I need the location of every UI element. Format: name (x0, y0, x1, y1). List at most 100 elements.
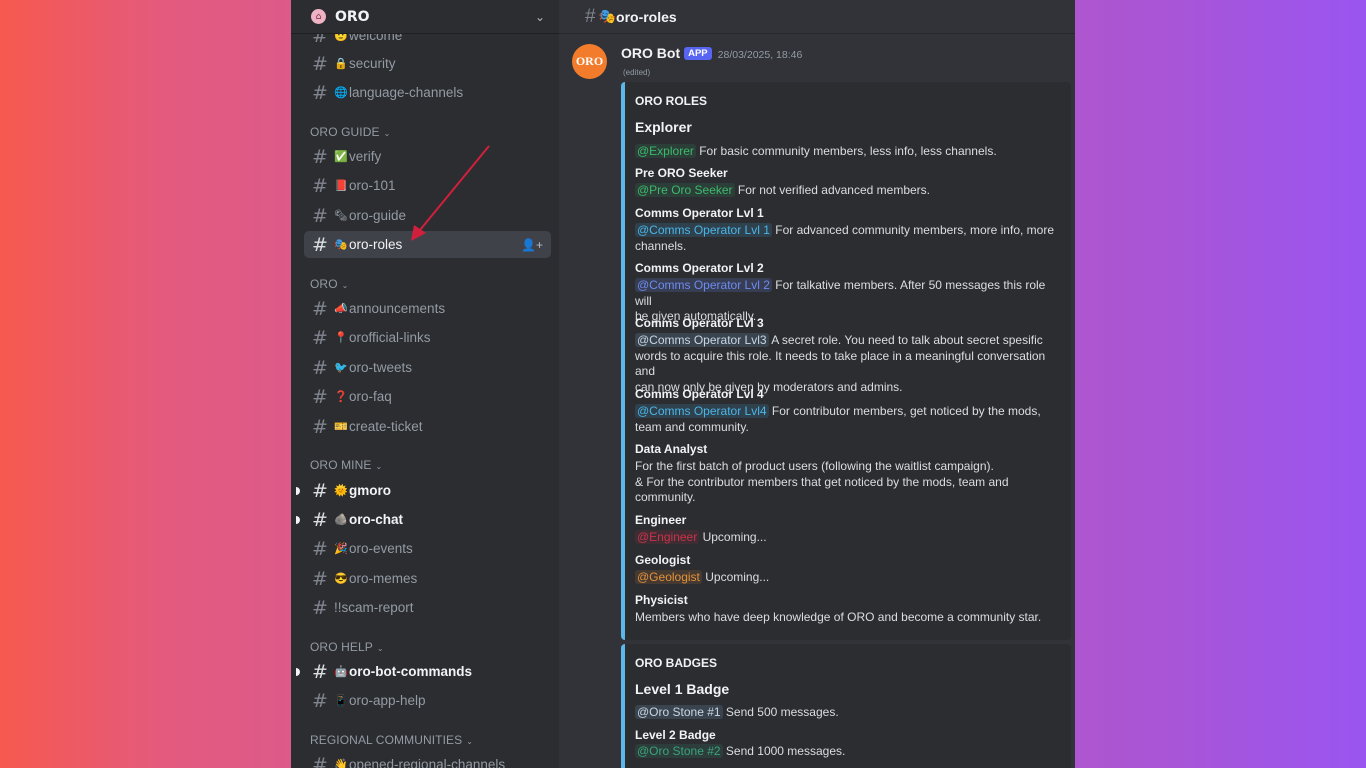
home-icon: ⌂ (311, 9, 326, 24)
channel-oro-memes[interactable]: # 😎 oro-memes (304, 565, 551, 592)
role-mention[interactable]: @Geologist (635, 570, 702, 584)
hash-icon: # (312, 596, 328, 619)
edited-label: (edited) (623, 68, 651, 77)
add-member-icon[interactable]: 👤+ (521, 238, 543, 252)
channel-label: security (349, 56, 396, 71)
role-line: @Comms Operator Lvl3 A secret role. You … (635, 333, 1060, 395)
channel-oro-faq[interactable]: # ❓ oro-faq (304, 383, 551, 410)
channel-label: oro-chat (349, 512, 403, 527)
role-mention[interactable]: @Comms Operator Lvl4 (635, 404, 769, 418)
channel-oro-app-help[interactable]: # 📱 oro-app-help (304, 687, 551, 714)
channel-scam-report[interactable]: # !!scam-report (304, 594, 551, 621)
role-mention[interactable]: @Oro Stone #2 (635, 744, 723, 758)
channel-verify[interactable]: # ✅ verify (304, 143, 551, 170)
role-mention[interactable]: @Comms Operator Lvl 2 (635, 278, 772, 292)
channel-oro-101[interactable]: # 📕 oro-101 (304, 172, 551, 199)
hash-icon: # (585, 5, 596, 27)
category-regional-communities[interactable]: REGIONAL COMMUNITIES ⌄ (310, 733, 473, 747)
role-desc: Members who have deep knowledge of ORO a… (635, 610, 1042, 624)
channel-orofficial-links[interactable]: # 📍 orofficial-links (304, 324, 551, 351)
unread-indicator (296, 667, 300, 676)
channel-header-title: oro-roles (616, 8, 677, 25)
channel-create-ticket[interactable]: # 🎫 create-ticket (304, 413, 551, 440)
channel-security[interactable]: # 🔒 security (304, 50, 551, 77)
channel-emoji: 📱 (334, 695, 348, 707)
channel-emoji: ✅ (334, 151, 348, 163)
role-desc: & For the contributor members that get n… (635, 474, 1009, 489)
category-label: REGIONAL COMMUNITIES (310, 733, 463, 747)
role-heading: Comms Operator Lvl 4 (635, 387, 764, 401)
hash-icon: # (312, 297, 328, 320)
channel-oro-tweets[interactable]: # 🐦 oro-tweets (304, 354, 551, 381)
role-mention[interactable]: @Explorer (635, 144, 696, 158)
channel-emoji: 🔒 (334, 58, 348, 70)
chevron-down-icon: ⌄ (341, 281, 349, 290)
role-heading: Physicist (635, 593, 688, 607)
channel-announcements[interactable]: # 📣 announcements (304, 295, 551, 322)
badges-embed: ORO BADGES Level 1 Badge @Oro Stone #1 S… (621, 644, 1071, 768)
badge-heading: Level 1 Badge (635, 681, 730, 697)
hash-icon: # (312, 52, 328, 75)
channel-oro-guide[interactable]: # 🗞 oro-guide (304, 202, 551, 229)
unread-indicator (296, 515, 300, 524)
channel-oro-chat[interactable]: # 🪨 oro-chat (296, 506, 551, 533)
channel-label: language-channels (349, 85, 464, 100)
author-name[interactable]: ORO Bot (621, 45, 680, 61)
role-mention[interactable]: @Oro Stone #1 (635, 705, 723, 719)
hash-icon: # (312, 204, 328, 227)
badge-heading: Level 2 Badge (635, 728, 716, 742)
channel-emoji: 🐦 (334, 362, 348, 374)
role-mention[interactable]: @Comms Operator Lvl 1 (635, 223, 772, 237)
role-desc: For basic community members, less info, … (699, 144, 997, 158)
role-mention[interactable]: @Engineer (635, 530, 700, 544)
category-oro-mine[interactable]: ORO MINE ⌄ (310, 458, 382, 472)
discord-window: # 🫡 welcome # 🔒 security # 🌐 language-channels… (291, 0, 1075, 768)
hash-icon: # (312, 660, 328, 683)
channel-label: announcements (349, 301, 446, 316)
channel-emoji: 🌐 (334, 87, 348, 99)
channel-oro-events[interactable]: # 🎉 oro-events (304, 535, 551, 562)
category-label: ORO (310, 277, 338, 291)
role-desc: Upcoming... (702, 530, 767, 544)
hash-icon: # (312, 356, 328, 379)
role-mention[interactable]: @Comms Operator Lvl3 (635, 333, 769, 347)
role-heading: Explorer (635, 119, 692, 135)
role-heading: Geologist (635, 553, 691, 567)
channel-header: # 🎭 oro-roles (559, 0, 1075, 34)
category-oro[interactable]: ORO ⌄ (310, 277, 348, 291)
badge-desc: Send 500 messages. (725, 705, 839, 719)
category-oro-help[interactable]: ORO HELP ⌄ (310, 640, 384, 654)
channel-language-channels[interactable]: # 🌐 language-channels (304, 79, 551, 106)
chevron-down-icon: ⌄ (466, 737, 474, 746)
role-desc: words to acquire this role. It needs to … (635, 348, 1046, 379)
app-badge: APP (684, 47, 712, 60)
role-desc: For contributor members, get noticed by … (771, 404, 1041, 418)
badge-line: @Oro Stone #1 Send 500 messages. (635, 705, 1060, 721)
channel-opened-regional-channels[interactable]: # 👋 opened-regional-channels (304, 751, 551, 768)
channel-emoji: 📕 (334, 180, 348, 192)
channel-oro-bot-commands[interactable]: # 🤖 oro-bot-commands (296, 658, 551, 685)
channel-gmoro[interactable]: # 🌞 gmoro (296, 477, 551, 504)
channel-label: verify (349, 149, 382, 164)
embed-title: ORO ROLES (635, 94, 708, 108)
channel-oro-roles[interactable]: # 🎭 oro-roles 👤+ (304, 231, 551, 258)
chevron-down-icon: ⌄ (376, 644, 384, 653)
hash-icon: # (312, 537, 328, 560)
channel-label: create-ticket (349, 419, 423, 434)
category-oro-guide[interactable]: ORO GUIDE ⌄ (310, 125, 390, 139)
badge-line: @Oro Stone #2 Send 1000 messages. (635, 744, 1060, 760)
role-heading: Pre ORO Seeker (635, 166, 728, 180)
server-header[interactable]: ⌂ ORO ⌄ (291, 0, 559, 34)
hash-icon: # (312, 415, 328, 438)
role-line: @Comms Operator Lvl 1 For advanced commu… (635, 223, 1060, 254)
chevron-down-icon[interactable]: ⌄ (535, 10, 545, 24)
avatar[interactable]: ORO (572, 44, 607, 79)
hash-icon: # (312, 479, 328, 502)
channel-emoji: 😎 (334, 573, 348, 585)
channel-sidebar: # 🫡 welcome # 🔒 security # 🌐 language-channels… (291, 0, 559, 768)
channel-label: oro-tweets (349, 360, 413, 375)
channel-label: opened-regional-channels (349, 757, 506, 768)
hash-icon: # (312, 233, 328, 256)
role-desc: For advanced community members, more inf… (775, 223, 1054, 237)
role-mention[interactable]: @Pre Oro Seeker (635, 183, 735, 197)
